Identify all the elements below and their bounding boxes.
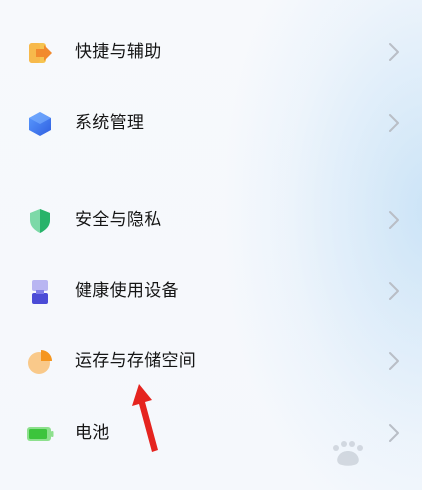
chevron-right-icon	[388, 281, 400, 301]
settings-item-healthy-device-usage[interactable]: 健康使用设备	[0, 261, 422, 321]
settings-item-label: 系统管理	[75, 113, 145, 133]
chevron-right-icon	[388, 42, 400, 62]
chevron-right-icon	[388, 210, 400, 230]
hexagon-icon	[26, 111, 54, 137]
settings-item-label: 健康使用设备	[75, 281, 179, 301]
battery-icon	[26, 421, 54, 447]
settings-item-system-management[interactable]: 系统管理	[0, 93, 422, 153]
settings-item-label: 电池	[75, 423, 110, 443]
chevron-right-icon	[388, 113, 400, 133]
chevron-right-icon	[388, 351, 400, 371]
settings-item-label: 运存与存储空间	[75, 351, 197, 371]
settings-item-label: 安全与隐私	[75, 210, 162, 230]
pie-storage-icon	[26, 349, 54, 375]
settings-item-shortcuts[interactable]: 快捷与辅助	[0, 22, 422, 82]
red-pointer-arrow-icon	[132, 384, 158, 452]
hourglass-icon	[26, 279, 54, 305]
settings-item-label: 快捷与辅助	[75, 42, 162, 62]
settings-item-memory-storage[interactable]: 运存与存储空间	[0, 331, 422, 391]
shield-icon	[26, 208, 54, 234]
settings-item-security-privacy[interactable]: 安全与隐私	[0, 190, 422, 250]
baidu-watermark-logo	[333, 441, 363, 466]
shortcut-arrow-icon	[26, 40, 54, 66]
